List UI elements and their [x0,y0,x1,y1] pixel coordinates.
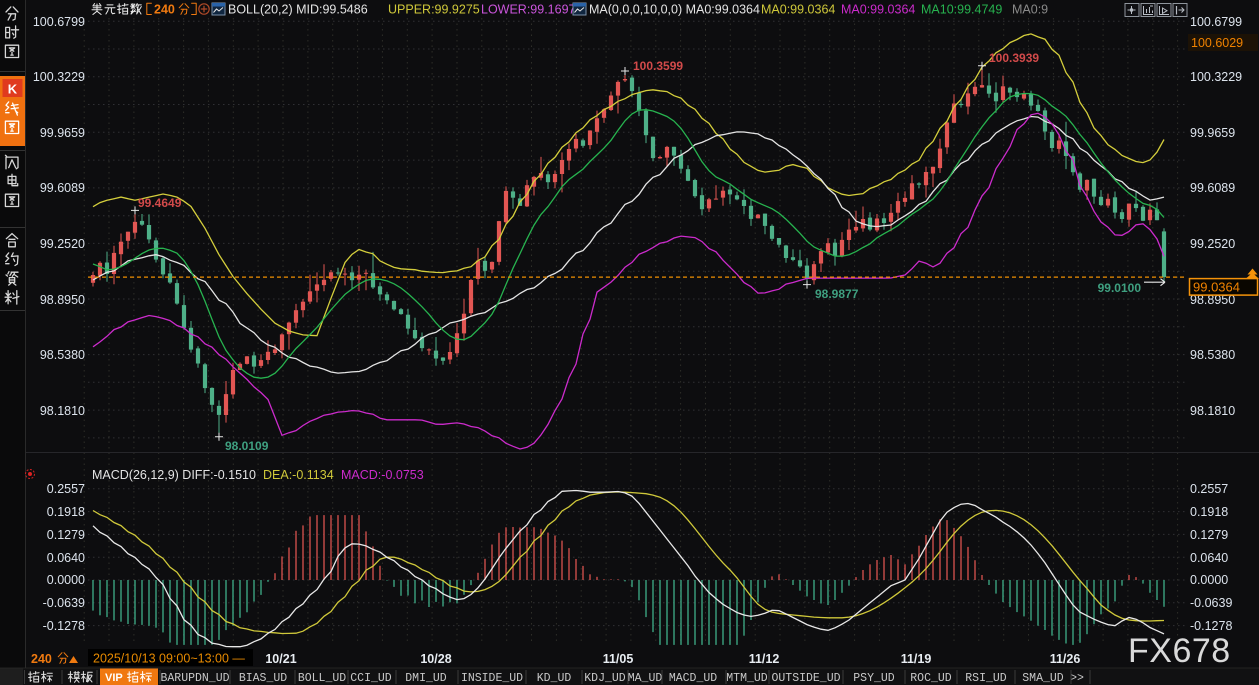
svg-text:0.1918: 0.1918 [47,505,85,519]
svg-text:MTM_UD: MTM_UD [726,672,768,685]
svg-text:MA_UD: MA_UD [628,672,663,685]
svg-text:BOLL_UD: BOLL_UD [298,672,346,685]
svg-text:0.1918: 0.1918 [1190,505,1228,519]
svg-text:0.0000: 0.0000 [47,573,85,587]
svg-text:98.5380: 98.5380 [1190,348,1235,362]
svg-text:98.1810: 98.1810 [40,404,85,418]
svg-text:MA0:99.0364: MA0:99.0364 [761,3,835,17]
svg-text:BARUPDN_UD: BARUPDN_UD [160,672,229,685]
svg-text:SMA_UD: SMA_UD [1022,672,1064,685]
svg-text:UPPER:99.9275: UPPER:99.9275 [388,3,480,17]
svg-text:100.6799: 100.6799 [1190,15,1242,29]
svg-text:-0.0639: -0.0639 [1190,596,1232,610]
svg-text:99.6089: 99.6089 [1190,181,1235,195]
svg-text:10/21: 10/21 [265,652,296,666]
svg-text:ROC_UD: ROC_UD [910,672,952,685]
svg-text:MA10:99.4749: MA10:99.4749 [921,3,1002,17]
svg-text:0.2557: 0.2557 [47,482,85,496]
svg-text:100.3599: 100.3599 [633,59,683,73]
svg-text:OUTSIDE_UD: OUTSIDE_UD [771,672,840,685]
svg-text:MACD:-0.0753: MACD:-0.0753 [341,468,424,482]
svg-text:KDJ_UD: KDJ_UD [584,672,626,685]
svg-text:99.4649: 99.4649 [138,196,182,210]
svg-text:RSI_UD: RSI_UD [965,672,1007,685]
svg-text:11/26: 11/26 [1050,652,1081,666]
svg-text:2025/10/13 09:00~13:00 —: 2025/10/13 09:00~13:00 — [93,652,245,666]
svg-text:PSY_UD: PSY_UD [853,672,895,685]
svg-text:K: K [8,82,18,97]
svg-text:0.1279: 0.1279 [47,528,85,542]
svg-text:MA0:9: MA0:9 [1012,3,1048,17]
svg-text:0.0000: 0.0000 [1190,573,1228,587]
svg-text:MACD_UD: MACD_UD [669,672,717,685]
svg-text:KD_UD: KD_UD [537,672,572,685]
svg-text:99.9659: 99.9659 [40,126,85,140]
svg-text:100.3229: 100.3229 [1190,70,1242,84]
svg-text:DEA:-0.1134: DEA:-0.1134 [263,468,334,482]
svg-text:>>: >> [1070,672,1084,685]
svg-text:MACD(26,12,9) DIFF:-0.1510: MACD(26,12,9) DIFF:-0.1510 [92,468,256,482]
svg-text:-0.0639: -0.0639 [43,596,85,610]
svg-text:99.0364: 99.0364 [1193,280,1240,295]
svg-text:CCI_UD: CCI_UD [350,672,392,685]
svg-text:DMI_UD: DMI_UD [405,672,447,685]
svg-text:98.1810: 98.1810 [1190,404,1235,418]
svg-text:98.0109: 98.0109 [225,439,269,453]
svg-text:99.6089: 99.6089 [40,181,85,195]
svg-text:11/19: 11/19 [901,652,932,666]
svg-text:98.5380: 98.5380 [40,348,85,362]
svg-text:99.2520: 99.2520 [1190,237,1235,251]
svg-text:-0.1278: -0.1278 [1190,619,1232,633]
svg-text:0.0640: 0.0640 [1190,551,1228,565]
svg-text:0.1279: 0.1279 [1190,528,1228,542]
svg-text:100.6799: 100.6799 [33,15,85,29]
svg-text:LOWER:99.1697: LOWER:99.1697 [481,3,576,17]
svg-text:0.2557: 0.2557 [1190,482,1228,496]
svg-text:BOLL(20,2) MID:99.5486: BOLL(20,2) MID:99.5486 [228,3,368,17]
svg-text:100.3939: 100.3939 [989,51,1039,65]
svg-text:240: 240 [154,3,175,17]
svg-text:10/28: 10/28 [420,652,451,666]
svg-text:240: 240 [31,652,52,666]
svg-text:98.8950: 98.8950 [40,293,85,307]
svg-text:99.9659: 99.9659 [1190,126,1235,140]
svg-text:VIP: VIP [105,672,123,684]
svg-text:INSIDE_UD: INSIDE_UD [461,672,523,685]
svg-text:0.0640: 0.0640 [47,551,85,565]
svg-text:100.3229: 100.3229 [33,70,85,84]
svg-text:99.0100: 99.0100 [1098,281,1142,295]
svg-text:FX678: FX678 [1128,632,1231,670]
svg-text:-0.1278: -0.1278 [43,619,85,633]
svg-text:MA0:99.0364: MA0:99.0364 [841,3,915,17]
svg-text:11/12: 11/12 [749,652,780,666]
svg-text:BIAS_UD: BIAS_UD [239,672,287,685]
svg-text:98.9877: 98.9877 [815,287,859,301]
svg-text:MA(0,0,0,10,0,0) MA0:99.0364: MA(0,0,0,10,0,0) MA0:99.0364 [589,3,760,17]
svg-text:11/05: 11/05 [603,652,634,666]
svg-text:100.6029: 100.6029 [1191,36,1243,50]
svg-text:99.2520: 99.2520 [40,237,85,251]
